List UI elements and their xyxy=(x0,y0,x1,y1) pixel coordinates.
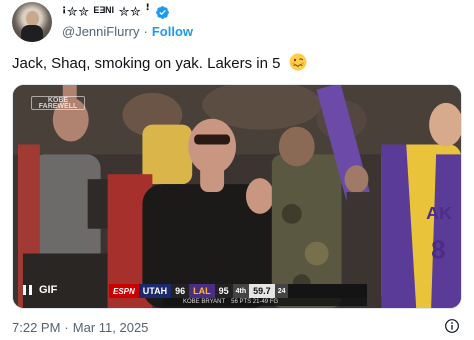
home-score: 95 xyxy=(214,284,233,298)
logo-text: KOBE FAREWELL xyxy=(38,97,78,110)
avatar-face xyxy=(26,11,39,26)
gif-label: GIF xyxy=(39,284,58,296)
gif-badge[interactable]: GIF xyxy=(23,281,57,299)
tweet-text: Jack, Shaq, smoking on yak. Lakers in 5 xyxy=(12,53,307,74)
tweet-date[interactable]: Mar 11, 2025 xyxy=(73,320,149,335)
player-name: KOBE BRYANT xyxy=(183,299,226,305)
tweet-footer: 7:22 PM · Mar 11, 2025 xyxy=(12,318,462,336)
woozy-face-emoji-icon xyxy=(289,53,307,71)
home-team: LAL xyxy=(189,284,215,298)
player-stat-line: KOBE BRYANT 56 PTS 21-49 FG xyxy=(163,298,367,306)
quarter: 4th xyxy=(232,284,250,298)
away-team: UTAH xyxy=(138,284,172,298)
separator: · xyxy=(143,24,148,39)
tweet-header: ꜟ✮✮ ᴱᴲᴺᴵ ✮✮ ꜝ @JenniFlurry · Follow xyxy=(12,0,462,44)
name-row: ꜟ✮✮ ᴱᴲᴺᴵ ✮✮ ꜝ xyxy=(62,3,170,21)
verified-badge-icon xyxy=(156,5,170,19)
tweet-text-body: Jack, Shaq, smoking on yak. Lakers in 5 xyxy=(12,55,281,72)
pause-icon[interactable] xyxy=(23,285,32,295)
svg-text:AK: AK xyxy=(426,203,452,223)
player-stats: 56 PTS 21-49 FG xyxy=(231,299,279,305)
footer-separator: · xyxy=(64,319,69,335)
tweet-time[interactable]: 7:22 PM xyxy=(12,320,60,335)
shot-clock: 24 xyxy=(274,284,289,298)
follow-button[interactable]: Follow xyxy=(152,24,193,39)
gif-media[interactable]: AK 8 KOBE FAREWELL GIF ESPN UTAH 96 LAL … xyxy=(12,84,462,309)
info-icon[interactable] xyxy=(444,318,460,334)
espn-logo: ESPN xyxy=(109,284,139,298)
display-name[interactable]: ꜟ✮✮ ᴱᴲᴺᴵ ✮✮ ꜝ xyxy=(62,4,150,20)
handle-row: @JenniFlurry · Follow xyxy=(62,23,193,40)
svg-text:8: 8 xyxy=(431,236,445,264)
kobe-farewell-logo: KOBE FAREWELL xyxy=(31,96,85,110)
crowd-scene-image: AK 8 xyxy=(13,85,461,308)
avatar-body xyxy=(21,25,43,42)
game-clock: 59.7 xyxy=(249,284,275,298)
scorebug: ESPN UTAH 96 LAL 95 4th 59.7 24 xyxy=(109,284,367,298)
avatar[interactable] xyxy=(12,2,52,42)
handle[interactable]: @JenniFlurry xyxy=(62,24,140,39)
away-score: 96 xyxy=(171,284,190,298)
